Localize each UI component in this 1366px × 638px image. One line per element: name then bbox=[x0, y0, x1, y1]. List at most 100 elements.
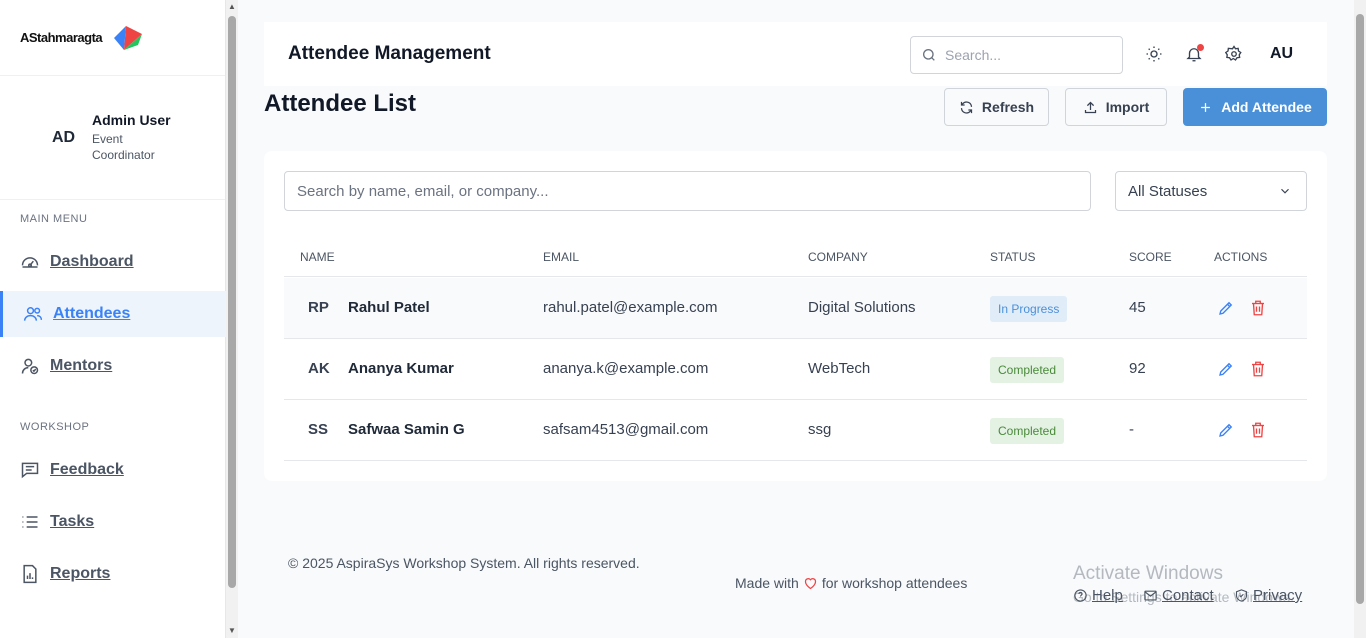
section-label-main: MAIN MENU bbox=[20, 213, 88, 225]
notifications-button[interactable] bbox=[1185, 44, 1205, 65]
sidebar-item-label: Mentors bbox=[50, 357, 113, 374]
page-header-title: Attendee Management bbox=[288, 43, 491, 64]
privacy-label: Privacy bbox=[1253, 587, 1303, 604]
attendee-score: - bbox=[1129, 421, 1134, 438]
header-search-input[interactable]: Search... bbox=[910, 36, 1123, 74]
attendee-list-card: Search by name, email, or company... All… bbox=[264, 151, 1327, 481]
file-chart-icon bbox=[23, 564, 37, 584]
theme-toggle-button[interactable] bbox=[1145, 45, 1165, 65]
logo-text: AStahmaragta bbox=[20, 30, 103, 45]
column-header-score: SCORE bbox=[1129, 250, 1172, 264]
sidebar-item-label: Reports bbox=[50, 565, 111, 582]
message-square-icon bbox=[21, 462, 39, 479]
sidebar-item-tasks[interactable]: Tasks bbox=[0, 499, 226, 545]
scrollbar-thumb[interactable] bbox=[1356, 14, 1364, 604]
help-label: Help bbox=[1092, 587, 1123, 604]
sidebar-item-dashboard[interactable]: Dashboard bbox=[0, 239, 226, 285]
edit-button[interactable] bbox=[1217, 421, 1235, 439]
table-row: SS Safwaa Samin G safsam4513@gmail.com s… bbox=[284, 400, 1307, 461]
footer-copyright: © 2025 AspiraSys Workshop System. All ri… bbox=[288, 555, 640, 571]
edit-button[interactable] bbox=[1217, 299, 1235, 317]
sidebar-item-feedback[interactable]: Feedback bbox=[0, 447, 226, 493]
notification-dot bbox=[1197, 44, 1204, 51]
user-check-icon bbox=[21, 358, 39, 375]
attendee-name: Rahul Patel bbox=[348, 299, 430, 316]
top-header: Attendee Management Search... AU bbox=[264, 22, 1327, 86]
import-label: Import bbox=[1105, 99, 1150, 115]
scroll-down-arrow-icon[interactable]: ▼ bbox=[228, 626, 236, 635]
pencil-icon bbox=[1219, 362, 1233, 376]
gear-icon bbox=[1224, 45, 1242, 61]
footer-privacy-link[interactable]: Privacy bbox=[1234, 587, 1302, 604]
attendee-score: 92 bbox=[1129, 360, 1146, 377]
profile-card: AD Admin User Event Coordinator bbox=[0, 76, 225, 200]
attendee-email: ananya.k@example.com bbox=[543, 360, 709, 377]
attendee-search-input[interactable]: Search by name, email, or company... bbox=[284, 171, 1091, 211]
shield-check-icon bbox=[1235, 589, 1248, 602]
trash-icon bbox=[1252, 422, 1264, 438]
section-label-workshop: WORKSHOP bbox=[20, 421, 90, 433]
sidebar-item-label: Feedback bbox=[50, 461, 124, 478]
footer-help-link[interactable]: Help bbox=[1073, 587, 1123, 604]
status-badge: Completed bbox=[990, 357, 1065, 383]
attendee-initials: SS bbox=[308, 421, 329, 438]
scroll-up-arrow-icon[interactable]: ▲ bbox=[228, 2, 236, 11]
column-header-actions: ACTIONS bbox=[1214, 250, 1268, 264]
attendee-search-placeholder: Search by name, email, or company... bbox=[297, 182, 549, 200]
profile-initials: AD bbox=[52, 128, 76, 146]
edit-button[interactable] bbox=[1217, 360, 1235, 378]
column-header-email: EMAIL bbox=[543, 250, 580, 264]
status-badge: Completed bbox=[990, 418, 1065, 444]
footer-contact-link[interactable]: Contact bbox=[1143, 587, 1214, 604]
delete-button[interactable] bbox=[1249, 360, 1267, 378]
add-attendee-button[interactable]: Add Attendee bbox=[1183, 88, 1327, 126]
delete-button[interactable] bbox=[1249, 299, 1267, 317]
refresh-icon bbox=[960, 100, 973, 114]
attendee-company: WebTech bbox=[808, 360, 871, 377]
settings-button[interactable] bbox=[1224, 45, 1245, 65]
table-header: NAME EMAIL COMPANY STATUS SCORE ACTIONS bbox=[284, 239, 1307, 277]
made-with-suffix: for workshop attendees bbox=[821, 575, 968, 591]
attendee-score: 45 bbox=[1129, 299, 1146, 316]
status-badge: In Progress bbox=[990, 296, 1068, 322]
sidebar-item-reports[interactable]: Reports bbox=[0, 551, 226, 597]
mail-icon bbox=[1144, 590, 1157, 601]
status-filter-select[interactable]: All Statuses bbox=[1115, 171, 1307, 211]
list-icon bbox=[22, 516, 38, 528]
help-circle-icon bbox=[1074, 589, 1087, 602]
search-icon bbox=[923, 49, 935, 61]
attendee-company: Digital Solutions bbox=[808, 299, 916, 316]
attendee-email: safsam4513@gmail.com bbox=[543, 421, 709, 438]
attendee-company: ssg bbox=[808, 421, 832, 438]
attendee-name: Safwaa Samin G bbox=[348, 421, 465, 438]
logo-icon bbox=[114, 25, 143, 50]
profile-role: Event Coordinator bbox=[92, 132, 155, 162]
page-title: Attendee List bbox=[264, 90, 417, 117]
sidebar-item-label: Tasks bbox=[50, 513, 95, 530]
logo[interactable]: AStahmaragta bbox=[0, 0, 225, 76]
sidebar-item-attendees[interactable]: Attendees bbox=[0, 291, 226, 337]
sidebar-scrollbar[interactable]: ▲ ▼ bbox=[226, 0, 238, 638]
column-header-company: COMPANY bbox=[808, 250, 868, 264]
attendee-initials: AK bbox=[308, 360, 330, 377]
refresh-button[interactable]: Refresh bbox=[944, 88, 1049, 126]
user-avatar[interactable]: AU bbox=[1270, 45, 1293, 63]
sidebar-item-mentors[interactable]: Mentors bbox=[0, 343, 226, 389]
chevron-down-icon bbox=[1281, 188, 1289, 194]
delete-button[interactable] bbox=[1249, 421, 1267, 439]
import-button[interactable]: Import bbox=[1065, 88, 1167, 126]
upload-icon bbox=[1084, 101, 1096, 113]
table-row: AK Ananya Kumar ananya.k@example.com Web… bbox=[284, 339, 1307, 400]
page-scrollbar[interactable] bbox=[1354, 0, 1366, 638]
trash-icon bbox=[1252, 300, 1264, 316]
column-header-status: STATUS bbox=[990, 250, 1036, 264]
contact-label: Contact bbox=[1162, 587, 1214, 604]
refresh-label: Refresh bbox=[981, 99, 1035, 115]
trash-icon bbox=[1252, 361, 1264, 377]
header-search-placeholder: Search... bbox=[945, 47, 1002, 63]
status-filter-value: All Statuses bbox=[1128, 182, 1208, 200]
add-attendee-label: Add Attendee bbox=[1221, 99, 1312, 115]
table-row: RP Rahul Patel rahul.patel@example.com D… bbox=[284, 278, 1307, 339]
scrollbar-thumb[interactable] bbox=[228, 16, 236, 588]
attendee-email: rahul.patel@example.com bbox=[543, 299, 718, 316]
